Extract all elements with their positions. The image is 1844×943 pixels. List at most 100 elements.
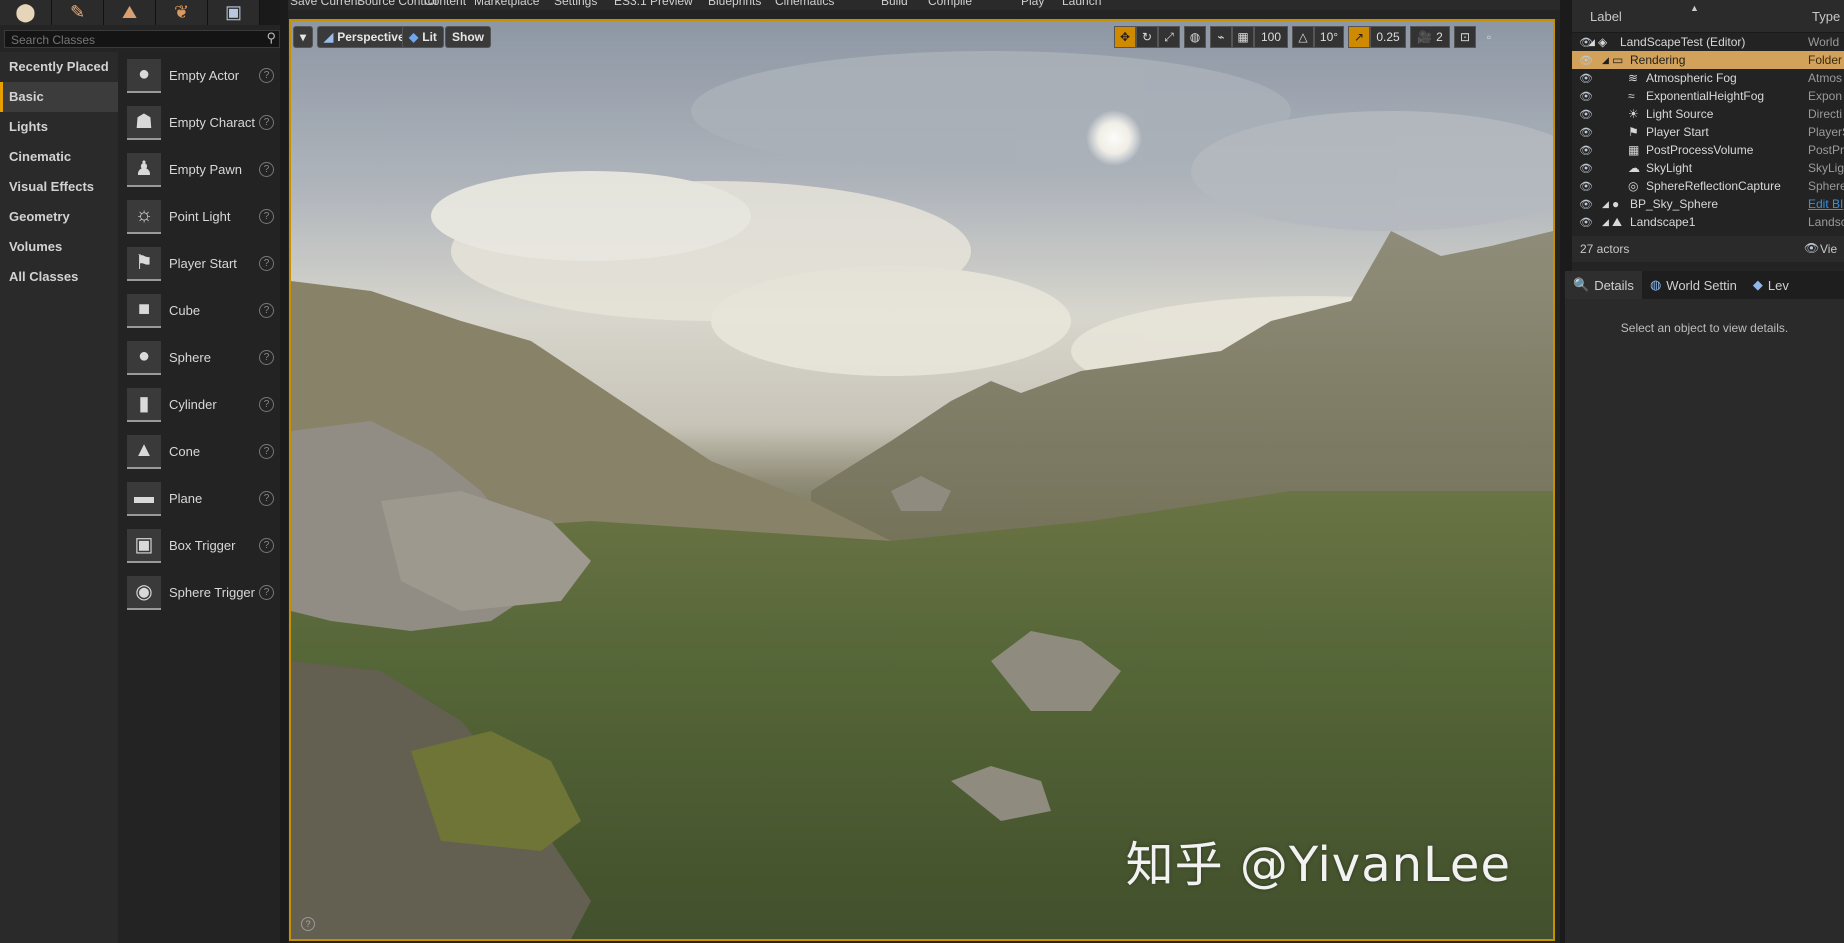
restore-layout-icon[interactable]: ▫ [1481,26,1497,48]
actor-item[interactable]: ◉ Sphere Trigger? [118,569,280,616]
rotate-tool-icon[interactable]: ↻ [1136,26,1158,48]
tab-details[interactable]: 🔍 Details [1565,271,1642,299]
mode-tab-1[interactable]: ⬤ [0,0,52,25]
actor-item[interactable]: ▲ Cone? [118,428,280,475]
viewport-status-icon[interactable]: ? [301,917,315,931]
toolbar-button-es3-1-preview[interactable]: ES3.1 Preview [614,0,693,8]
category-visual-effects[interactable]: Visual Effects [0,172,118,202]
viewport-options-button[interactable]: ▾ [293,26,313,48]
visibility-eye-icon[interactable]: 👁 [1579,72,1593,85]
actor-item[interactable]: ● Sphere? [118,334,280,381]
help-icon[interactable]: ? [259,115,274,130]
type-column-header[interactable]: Type [1812,9,1840,24]
mode-tab-3[interactable]: ⛰ [104,0,156,25]
show-flags-button[interactable]: Show [445,26,491,48]
outliner-row[interactable]: 👁 ◢ ▭ Rendering Folder [1572,51,1844,69]
toolbar-button-marketplace[interactable]: Marketplace [474,0,539,8]
scale-tool-icon[interactable]: ⤢ [1158,26,1180,48]
visibility-eye-icon[interactable]: 👁 [1579,198,1593,211]
visibility-eye-icon[interactable]: 👁 [1579,90,1593,103]
actor-item[interactable]: ☗ Empty Charact? [118,99,280,146]
translate-tool-icon[interactable]: ✥ [1114,26,1136,48]
outliner-row[interactable]: 👁 ≈ ExponentialHeightFog Expon [1572,87,1844,105]
tab-world-settings[interactable]: ◍ World Settin [1642,271,1745,299]
rotation-snap-value-button[interactable]: 10° [1314,26,1344,48]
help-icon[interactable]: ? [259,162,274,177]
toolbar-button-settings[interactable]: Settings [554,0,597,8]
actor-item[interactable]: ♟ Empty Pawn? [118,146,280,193]
level-viewport[interactable]: ▾ ◢ Perspective ◆ Lit Show ✥ ↻ ⤢ ◍ ⌁ ▦ 1… [289,19,1555,941]
left-panel-splitter[interactable] [280,0,288,943]
toolbar-button-content[interactable]: Content [424,0,466,8]
toolbar-button-blueprints[interactable]: Blueprints [708,0,761,8]
visibility-eye-icon[interactable]: 👁 [1579,216,1593,229]
help-icon[interactable]: ? [259,68,274,83]
camera-speed-button[interactable]: 🎥 2 [1410,26,1450,48]
grid-snap-value-button[interactable]: 100 [1254,26,1288,48]
actor-item[interactable]: ▣ Box Trigger? [118,522,280,569]
category-lights[interactable]: Lights [0,112,118,142]
actor-item[interactable]: ■ Cube? [118,287,280,334]
outliner-row[interactable]: 👁 ◢ ● BP_Sky_Sphere Edit BI [1572,195,1844,213]
visibility-eye-icon[interactable]: 👁 [1579,162,1593,175]
search-classes-input[interactable] [5,32,261,48]
outliner-row[interactable]: 👁 ◎ SphereReflectionCapture Sphere [1572,177,1844,195]
help-icon[interactable]: ? [259,350,274,365]
help-icon[interactable]: ? [259,256,274,271]
outliner-row[interactable]: 👁 ▦ PostProcessVolume PostPr [1572,141,1844,159]
label-column-header[interactable]: Label [1590,9,1622,24]
rotation-snap-icon[interactable]: △ [1292,26,1314,48]
visibility-eye-icon[interactable]: 👁 [1579,144,1593,157]
help-icon[interactable]: ? [259,303,274,318]
view-options-button[interactable]: Vie [1820,242,1837,256]
toolbar-button-save-current[interactable]: Save Current [290,0,361,8]
expand-arrow-icon[interactable]: ◢ [1602,217,1609,228]
actor-item[interactable]: ▬ Plane? [118,475,280,522]
visibility-eye-icon[interactable]: 👁 [1579,180,1593,193]
toolbar-button-launch[interactable]: Launch [1062,0,1101,8]
outliner-row[interactable]: 👁 ⚑ Player Start PlayerS [1572,123,1844,141]
visibility-eye-icon[interactable]: 👁 [1579,54,1593,67]
expand-arrow-icon[interactable]: ◢ [1588,37,1595,48]
outliner-row[interactable]: 👁 ◢ ⛰ Landscape1 Landsc [1572,213,1844,231]
outliner-row-type[interactable]: Edit BI [1808,197,1844,211]
perspective-button[interactable]: ◢ Perspective [317,26,412,48]
grid-snap-icon[interactable]: ▦ [1232,26,1254,48]
category-all-classes[interactable]: All Classes [0,262,118,292]
visibility-eye-icon[interactable]: 👁 [1579,108,1593,121]
toolbar-button-cinematics[interactable]: Cinematics [775,0,834,8]
expand-arrow-icon[interactable]: ◢ [1602,199,1609,210]
outliner-row[interactable]: 👁 ≋ Atmospheric Fog Atmos [1572,69,1844,87]
help-icon[interactable]: ? [259,209,274,224]
search-icon[interactable]: ⚲ [266,30,276,46]
mode-tab-4[interactable]: ❦ [156,0,208,25]
view-mode-button[interactable]: ◆ Lit [402,26,444,48]
outliner-row[interactable]: 👁 ◢ ◈ LandScapeTest (Editor) World [1572,33,1844,51]
tab-levels[interactable]: ◆ Lev [1745,271,1797,299]
category-recently-placed[interactable]: Recently Placed [0,52,118,82]
toolbar-button-build[interactable]: Build [881,0,908,8]
help-icon[interactable]: ? [259,491,274,506]
actor-item[interactable]: ⚑ Player Start? [118,240,280,287]
category-geometry[interactable]: Geometry [0,202,118,232]
actor-item[interactable]: ▮ Cylinder? [118,381,280,428]
outliner-row[interactable]: 👁 ☁ SkyLight SkyLig [1572,159,1844,177]
help-icon[interactable]: ? [259,538,274,553]
visibility-eye-icon[interactable]: 👁 [1579,126,1593,139]
category-basic[interactable]: Basic [0,82,118,112]
world-local-toggle-icon[interactable]: ◍ [1184,26,1206,48]
help-icon[interactable]: ? [259,444,274,459]
mode-tab-5[interactable]: ▣ [208,0,260,25]
mode-tab-2[interactable]: ✎ [52,0,104,25]
category-cinematic[interactable]: Cinematic [0,142,118,172]
maximize-viewport-icon[interactable]: ⊡ [1454,26,1476,48]
actor-item[interactable]: ☼ Point Light? [118,193,280,240]
actor-item[interactable]: ● Empty Actor? [118,52,280,99]
toolbar-button-compile[interactable]: Compile [928,0,972,8]
help-icon[interactable]: ? [259,397,274,412]
scale-snap-icon[interactable]: ↗ [1348,26,1370,48]
category-volumes[interactable]: Volumes [0,232,118,262]
scale-snap-value-button[interactable]: 0.25 [1370,26,1406,48]
help-icon[interactable]: ? [259,585,274,600]
outliner-row[interactable]: 👁 ☀ Light Source Directi [1572,105,1844,123]
